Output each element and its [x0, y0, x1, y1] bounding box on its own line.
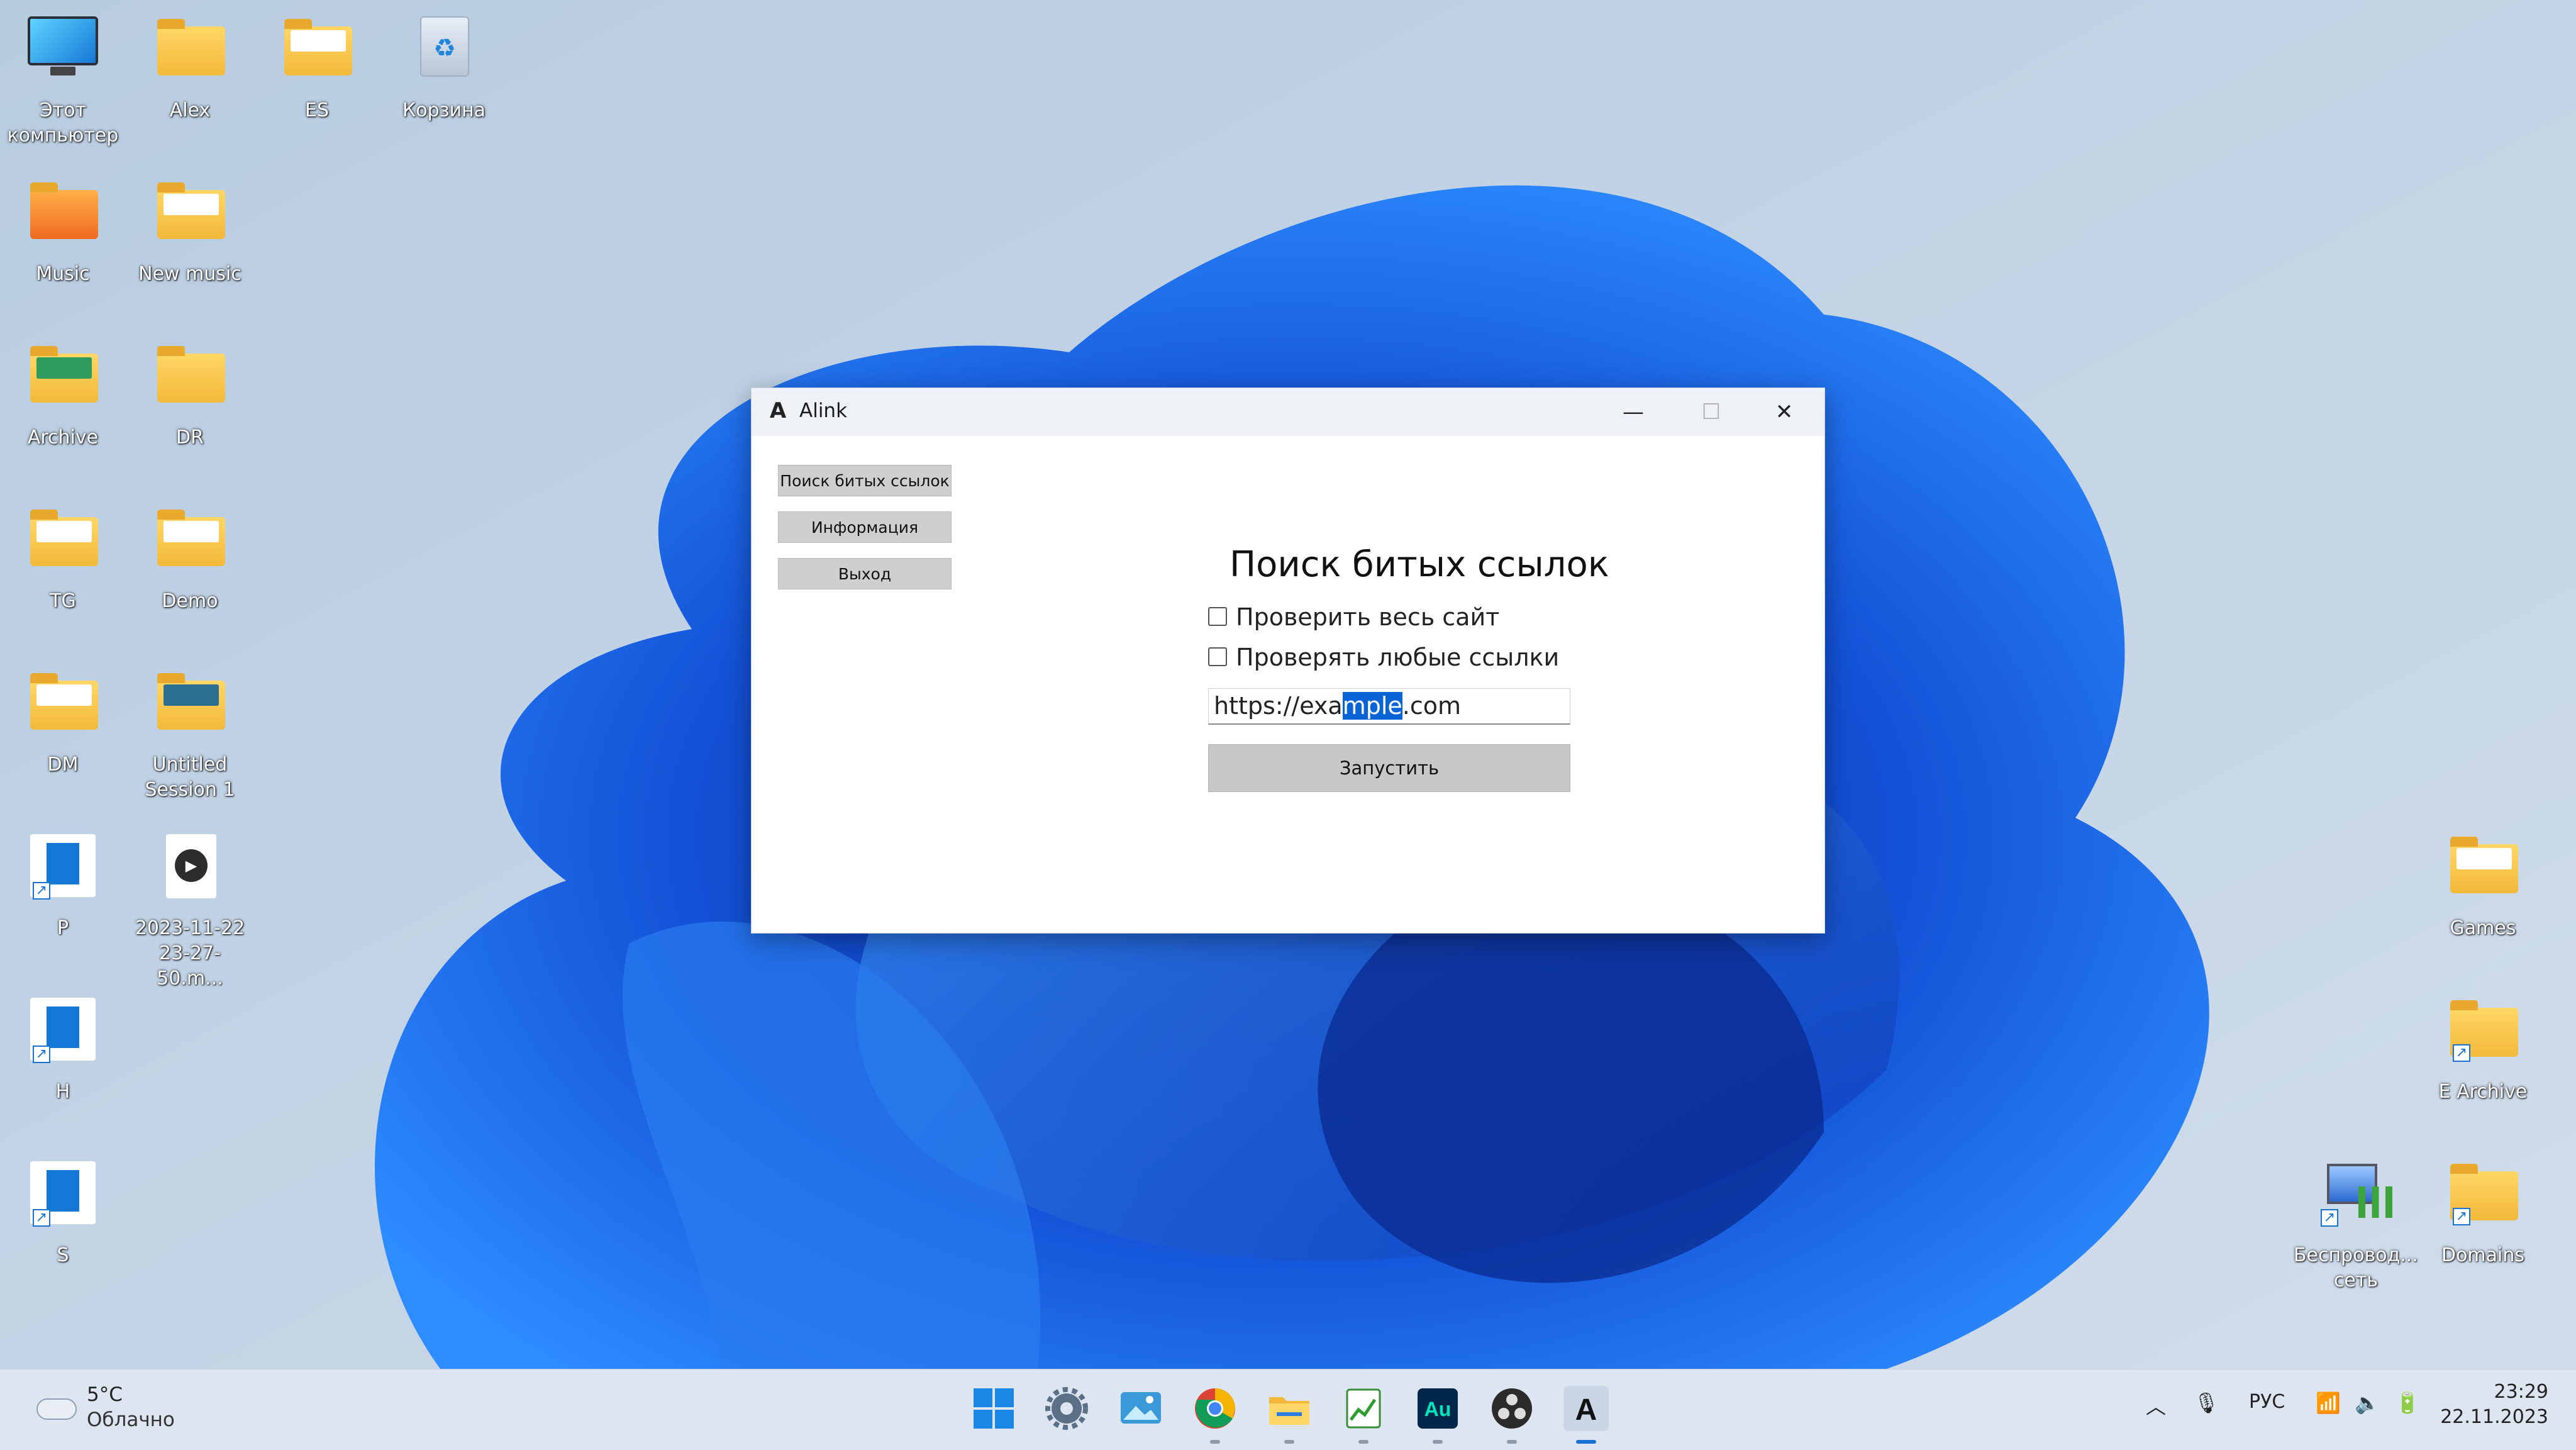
weather-temperature[interactable]: 5°C [87, 1383, 123, 1406]
microphone-icon[interactable]: 🎙 [2194, 1391, 2219, 1415]
taskbar: 5°C Облачно Au A ︿ 🎙 РУС 📶 🔈 🔋 23:29 22.… [0, 1369, 2576, 1450]
run-button[interactable]: Запустить [1208, 744, 1570, 792]
url-text-after: .com [1402, 692, 1462, 720]
explorer-running-indicator [1284, 1440, 1294, 1444]
check-any-links-label: Проверять любые ссылки [1236, 644, 1560, 671]
folder-icon [284, 19, 352, 75]
folder-shortcut-icon: ↗ [2450, 1000, 2518, 1062]
cloud-icon[interactable] [30, 1390, 77, 1420]
volume-icon[interactable]: 🔈 [2355, 1391, 2380, 1415]
folder-icon [30, 510, 98, 566]
alink-window: A Alink — ☐ ✕ Поиск битых ссылок Информа… [751, 388, 1825, 934]
recycle-bin-icon: ♻ [420, 16, 469, 77]
audition-icon[interactable]: Au [1414, 1385, 1462, 1432]
alink-logo-icon: A [769, 398, 787, 423]
desktop-icon-recording[interactable]: ▶ 2023-11-22 23-27-50.m... [127, 834, 253, 991]
sheets-icon[interactable] [1340, 1385, 1387, 1432]
minimize-button[interactable]: — [1594, 388, 1672, 436]
url-input[interactable]: https://example.com [1208, 688, 1570, 725]
window-title: Alink [799, 399, 848, 422]
desktop-icon-untitled-session[interactable]: Untitled Session 1 [127, 671, 253, 803]
obs-icon[interactable] [1488, 1385, 1536, 1432]
shortcut-icon: ↗ [30, 998, 96, 1063]
nav-exit-button[interactable]: Выход [778, 558, 952, 589]
shortcut-icon: ↗ [30, 1161, 96, 1227]
chrome-icon[interactable] [1191, 1385, 1239, 1432]
url-text-selected: mple [1342, 692, 1402, 720]
alink-icon[interactable]: A [1562, 1385, 1610, 1432]
folder-icon [157, 673, 225, 730]
desktop-icon-wireless-network[interactable]: ↗ Беспровод... сеть [2293, 1161, 2419, 1293]
sheets-running-indicator [1358, 1440, 1368, 1444]
photos-icon[interactable] [1117, 1385, 1165, 1432]
desktop-icon-music[interactable]: Music [0, 180, 126, 287]
page-title: Поиск битых ссылок [1230, 544, 1609, 585]
desktop-icon-alex[interactable]: Alex [127, 16, 253, 123]
folder-icon [157, 510, 225, 566]
check-any-links-checkbox[interactable] [1208, 647, 1227, 666]
chrome-running-indicator [1210, 1440, 1220, 1444]
check-whole-site-label: Проверить весь сайт [1236, 603, 1500, 631]
file-explorer-icon[interactable] [1265, 1385, 1313, 1432]
weather-description[interactable]: Облачно [87, 1408, 175, 1431]
title-bar[interactable]: A Alink — ☐ ✕ [752, 388, 1824, 436]
settings-icon[interactable] [1043, 1385, 1091, 1432]
folder-icon [157, 346, 225, 403]
desktop-icon-this-pc[interactable]: Этот компьютер [0, 16, 126, 148]
media-file-icon: ▶ [166, 834, 216, 898]
desktop-icon-recycle-bin[interactable]: ♻ Корзина [381, 16, 507, 123]
audition-running-indicator [1433, 1440, 1443, 1444]
clock-time: 23:29 [2494, 1381, 2548, 1403]
obs-running-indicator [1507, 1440, 1517, 1444]
folder-icon [30, 346, 98, 403]
desktop-icon-games[interactable]: Games [2420, 834, 2546, 941]
desktop-icon-domains[interactable]: ↗ Domains [2420, 1161, 2546, 1268]
svg-text:A: A [1575, 1393, 1597, 1427]
maximize-button[interactable]: ☐ [1672, 388, 1750, 436]
start-icon[interactable] [974, 1388, 1014, 1429]
desktop-icon-tg[interactable]: TG [0, 507, 126, 614]
battery-icon[interactable]: 🔋 [2395, 1391, 2420, 1415]
desktop-icon-new-music[interactable]: New music [127, 180, 253, 287]
desktop-icon-demo[interactable]: Demo [127, 507, 253, 614]
url-text-before: https://exa [1214, 692, 1343, 720]
desktop-icon-dr[interactable]: DR [127, 343, 253, 450]
nav-broken-links-button[interactable]: Поиск битых ссылок [778, 465, 952, 496]
language-indicator[interactable]: РУС [2249, 1391, 2285, 1413]
check-whole-site-checkbox[interactable] [1208, 607, 1227, 626]
desktop-icon-archive[interactable]: Archive [0, 343, 126, 450]
desktop-icon-h[interactable]: ↗ H [0, 998, 126, 1105]
desktop-icon-p[interactable]: ↗ P [0, 834, 126, 941]
show-hidden-icons-icon[interactable]: ︿ [2146, 1391, 2166, 1420]
alink-active-indicator [1576, 1440, 1596, 1444]
svg-text:Au: Au [1424, 1398, 1452, 1420]
desktop-icon-e-archive[interactable]: ↗ E Archive [2420, 998, 2546, 1105]
desktop-icon-s[interactable]: ↗ S [0, 1161, 126, 1268]
close-button[interactable]: ✕ [1745, 388, 1823, 436]
wifi-icon[interactable]: 📶 [2316, 1391, 2341, 1415]
desktop-icon-es[interactable]: ES [254, 16, 380, 123]
folder-icon [30, 673, 98, 730]
shortcut-icon: ↗ [30, 834, 96, 900]
clock[interactable]: 23:29 22.11.2023 [2440, 1380, 2548, 1430]
clock-date: 22.11.2023 [2440, 1406, 2548, 1428]
folder-icon [157, 182, 225, 239]
nav-info-button[interactable]: Информация [778, 511, 952, 543]
user-folder-icon [157, 19, 225, 75]
this-pc-icon [28, 16, 98, 65]
folder-icon [2450, 837, 2518, 893]
folder-shortcut-icon: ↗ [2450, 1164, 2518, 1225]
folder-icon [30, 182, 98, 239]
desktop-icon-dm[interactable]: DM [0, 671, 126, 778]
